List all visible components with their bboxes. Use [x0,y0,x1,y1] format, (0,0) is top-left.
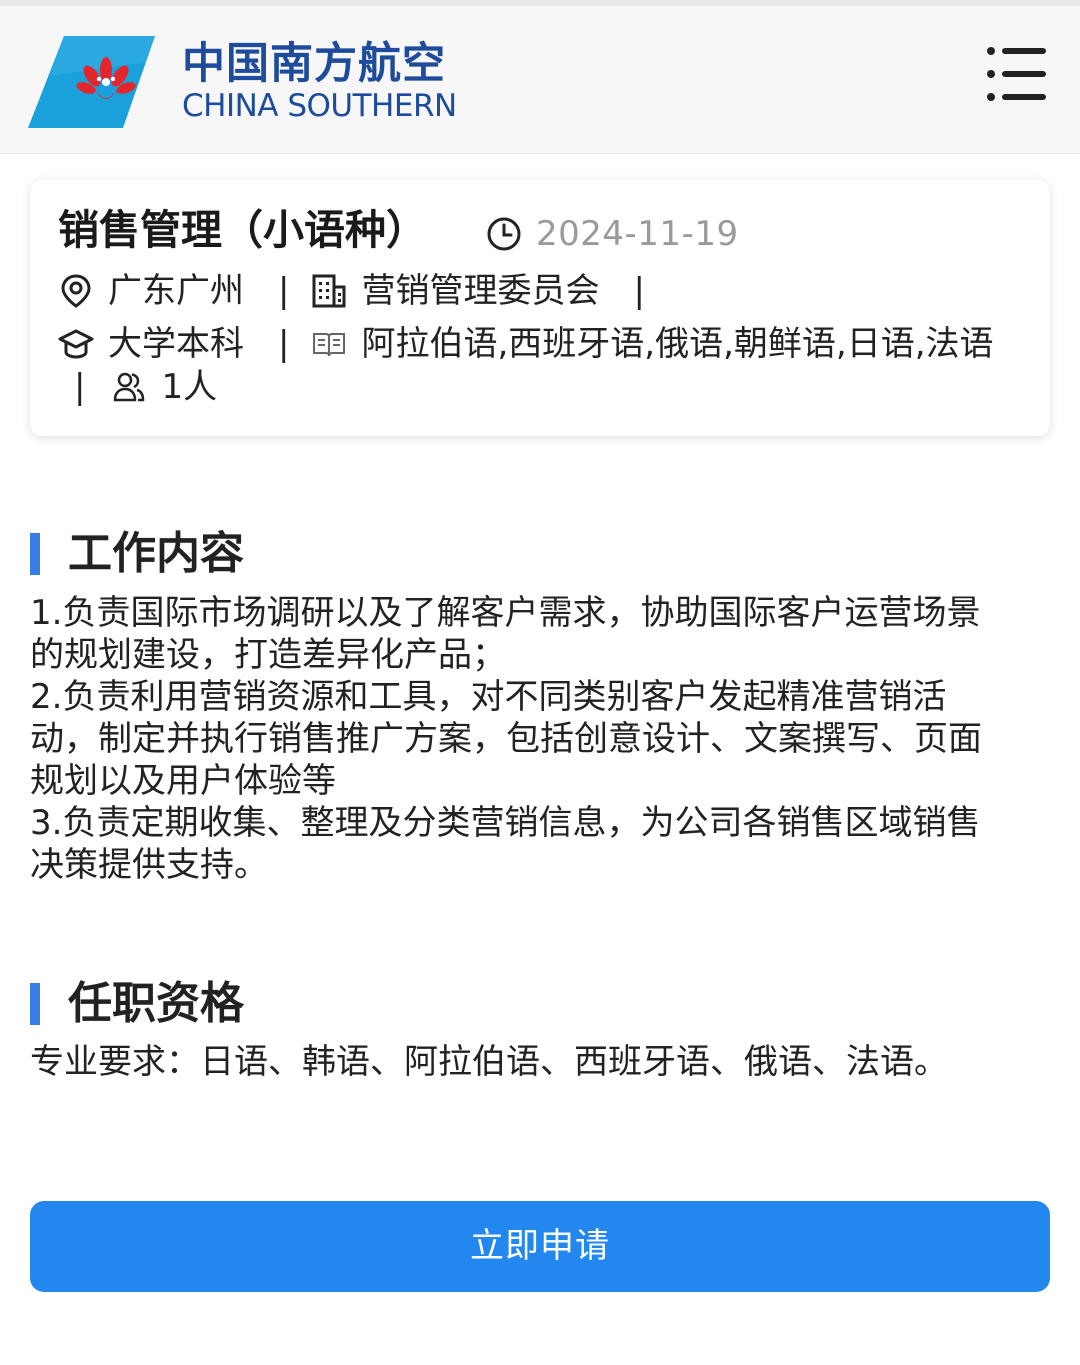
duties-section-header: 工作内容 [30,526,244,582]
meta-row-location: 广东广州 | 营销管理委员会 | [58,268,667,314]
building-icon [312,274,346,308]
job-summary-card: 销售管理（小语种） 2024-11-19 广东广州 | 营销管理委员会 | 大学… [30,180,1050,436]
china-southern-logo-icon [28,36,155,128]
education-text: 大学本科 [108,324,244,364]
graduation-cap-icon [58,329,94,359]
meta-row-headcount: | 1人 [74,364,217,410]
qualifications-section-header: 任职资格 [30,976,244,1032]
department-text: 营销管理委员会 [361,271,600,311]
apply-button[interactable]: 立即申请 [30,1201,1050,1292]
headcount-text: 1人 [161,367,218,407]
location-text: 广东广州 [108,271,244,311]
duties-line: 动，制定并执行销售推广方案，包括创意设计、文案撰写、页面 [30,719,982,759]
logo-chinese-text: 中国南方航空 [182,39,446,89]
majors-text: 阿拉伯语,西班牙语,俄语,朝鲜语,日语,法语 [361,324,994,364]
post-date-text: 2024-11-19 [536,214,739,254]
duties-section-title: 工作内容 [68,528,244,579]
app-header: 中国南方航空 CHINA SOUTHERN [0,0,1080,154]
meta-row-education: 大学本科 | 阿拉伯语,西班牙语,俄语,朝鲜语,日语,法语 [58,321,994,367]
duties-line: 2.负责利用营销资源和工具，对不同类别客户发起精准营销活 [30,677,947,717]
top-strip [0,0,1080,6]
separator: | [278,324,290,364]
job-title: 销售管理（小语种） [58,206,427,254]
duties-line: 3.负责定期收集、整理及分类营销信息，为公司各销售区域销售 [30,803,981,843]
clock-icon [487,217,521,251]
duties-line: 决策提供支持。 [30,845,268,885]
duties-line: 1.负责国际市场调研以及了解客户需求，协助国际客户运营场景 [30,593,981,633]
separator: | [278,271,290,311]
logo-english-text: CHINA SOUTHERN [182,88,457,124]
duties-line: 规划以及用户体验等 [30,761,336,801]
section-accent-bar [30,983,40,1025]
separator: | [633,271,645,311]
qualifications-line: 专业要求：日语、韩语、阿拉伯语、西班牙语、俄语、法语。 [30,1042,948,1082]
qualifications-section-title: 任职资格 [68,978,244,1029]
people-icon [114,372,145,402]
duties-line: 的规划建设，打造差异化产品； [30,635,506,675]
location-pin-icon [61,274,91,308]
menu-list-icon [987,47,1046,101]
separator: | [74,367,86,407]
book-icon [313,333,346,357]
menu-button[interactable] [984,44,1050,106]
post-date: 2024-11-19 [486,214,739,254]
section-accent-bar [30,533,40,575]
